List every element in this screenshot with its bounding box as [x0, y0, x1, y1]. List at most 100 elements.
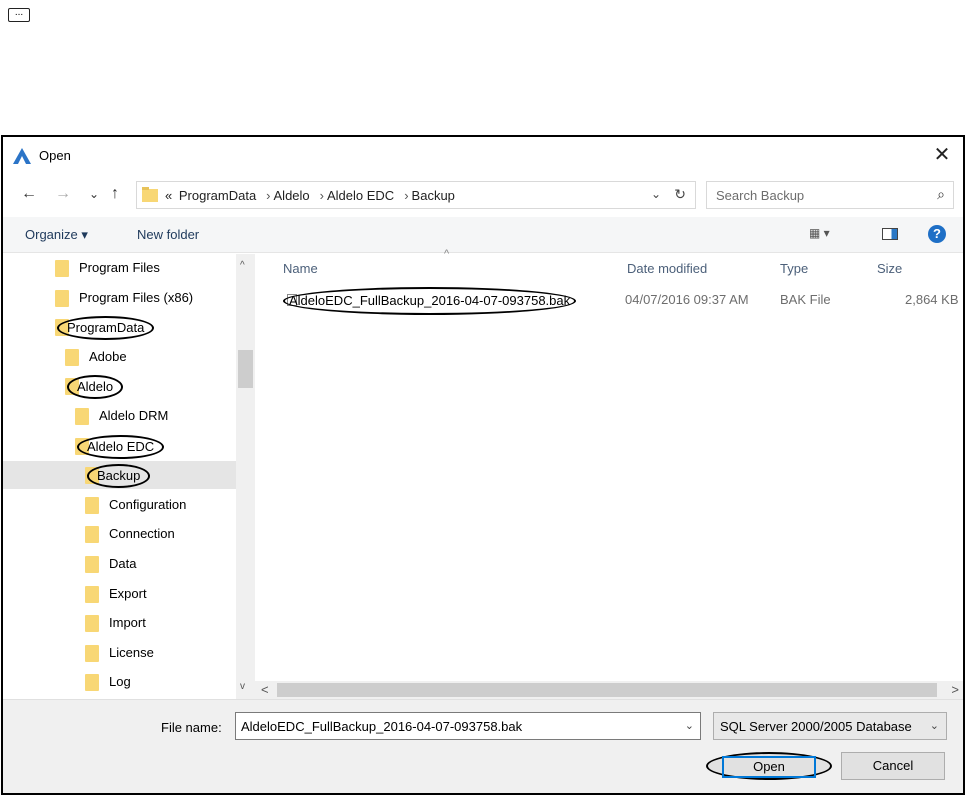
column-header-date-modified[interactable]: Date modified — [627, 254, 707, 284]
file-name-cell[interactable]: AldeloEDC_FullBackup_2016-04-07-093758.b… — [283, 287, 577, 315]
file-name-label: File name: — [161, 720, 222, 735]
folder-icon — [85, 585, 99, 603]
tree-item-label: Program Files — [79, 260, 160, 275]
scroll-left-icon[interactable]: < — [261, 682, 269, 697]
tree-item-label: Aldelo — [67, 375, 124, 400]
tree-item-label: Aldelo DRM — [99, 408, 169, 423]
breadcrumb-backup[interactable]: Backup — [412, 188, 455, 203]
scroll-thumb[interactable] — [238, 350, 253, 388]
search-input[interactable]: Search Backup — [716, 188, 804, 203]
tree-item[interactable]: License — [3, 639, 236, 667]
folder-icon — [85, 526, 99, 544]
tree-item-label: License — [109, 644, 154, 660]
file-type-select[interactable]: SQL Server 2000/2005 Database ⌄ — [713, 712, 947, 740]
file-type-cell: BAK File — [780, 292, 831, 307]
new-folder-button[interactable]: New folder — [137, 227, 199, 242]
column-header-type[interactable]: Type — [780, 254, 808, 284]
tree-item-label: Adobe — [89, 348, 127, 364]
tree-item[interactable]: Data — [3, 550, 236, 578]
command-bar: Organize ▾ New folder ▦ ▾ ? — [3, 217, 963, 253]
tree-item[interactable]: ProgramData — [3, 313, 236, 341]
window-title: Open — [39, 148, 71, 163]
breadcrumb-aldelo-edc[interactable]: Aldelo EDC — [327, 188, 394, 203]
breadcrumb-overflow-icon[interactable]: « — [165, 188, 172, 203]
tree-item[interactable]: Aldelo — [3, 372, 236, 400]
folder-icon — [55, 289, 69, 307]
breadcrumb-separator-icon: › — [319, 188, 324, 203]
tree-item-label: Aldelo EDC — [77, 434, 165, 459]
app-logo-icon — [13, 148, 31, 164]
search-box[interactable]: Search Backup ⌕ — [706, 181, 954, 209]
view-options-icon[interactable]: ▦ ▾ — [809, 226, 830, 240]
folder-icon — [55, 260, 69, 277]
tree-item[interactable]: Connection — [3, 520, 236, 548]
navigation-row: ← → ⌄ ↑ « ProgramData › Aldelo › Aldelo EDC ›… — [3, 177, 963, 213]
tree-item[interactable]: Program Files (x86) — [3, 284, 236, 312]
tree-item-label: Connection — [109, 526, 175, 542]
organize-menu-button[interactable]: Organize ▾ — [25, 227, 88, 243]
file-date-cell: 04/07/2016 09:37 AM — [625, 292, 749, 307]
tree-item-label: ProgramData — [57, 316, 155, 341]
folder-icon — [85, 556, 99, 573]
forward-arrow-icon[interactable]: → — [55, 185, 71, 203]
breadcrumb-separator-icon: › — [266, 188, 271, 203]
address-dropdown-icon[interactable]: ⌄ — [651, 187, 661, 201]
file-size-cell: 2,864 KB — [905, 292, 959, 307]
file-name-value[interactable]: AldeloEDC_FullBackup_2016-04-07-093758.b… — [241, 719, 522, 734]
folder-icon — [85, 615, 99, 633]
dialog-footer: File name: AldeloEDC_FullBackup_2016-04-… — [3, 699, 963, 793]
folder-icon — [75, 408, 89, 425]
folder-icon — [85, 644, 99, 662]
scroll-up-icon[interactable]: ^ — [240, 260, 245, 271]
up-arrow-icon[interactable]: ↑ — [111, 185, 119, 203]
close-icon[interactable]: ✕ — [927, 141, 957, 171]
tree-item[interactable]: Adobe — [3, 343, 236, 371]
breadcrumb-separator-icon: › — [404, 188, 409, 203]
tree-item-label: Backup — [87, 464, 151, 489]
tree-item[interactable]: Export — [3, 580, 236, 608]
tree-item-label: Log — [109, 674, 131, 690]
file-name-dropdown-icon[interactable]: ⌄ — [685, 719, 694, 732]
breadcrumb-programdata[interactable]: ProgramData — [179, 188, 256, 203]
scroll-right-icon[interactable]: > — [951, 682, 959, 697]
tree-item[interactable]: Configuration — [3, 491, 236, 519]
tree-item-label: Data — [109, 556, 137, 571]
file-list: Name ^ Date modified Type Size AldeloEDC… — [255, 248, 963, 681]
tree-item-label: Configuration — [109, 496, 187, 512]
tree-item[interactable]: Log — [3, 668, 236, 696]
tree-item[interactable]: Aldelo DRM — [3, 402, 236, 430]
sort-ascending-icon: ^ — [444, 248, 450, 260]
tree-item[interactable]: Backup — [3, 461, 236, 490]
refresh-icon[interactable]: ↻ — [674, 186, 686, 203]
open-button-label: Open — [722, 756, 816, 778]
open-file-dialog: Open ✕ ← → ⌄ ↑ « ProgramData › Aldelo › Alde… — [1, 135, 965, 795]
file-type-dropdown-icon[interactable]: ⌄ — [930, 719, 939, 732]
navigation-pane-scrollbar[interactable]: ^ v — [236, 254, 255, 699]
tree-item[interactable]: Program Files — [3, 254, 236, 282]
search-icon[interactable]: ⌕ — [937, 186, 945, 203]
cancel-button[interactable]: Cancel — [841, 752, 945, 780]
address-bar[interactable]: « ProgramData › Aldelo › Aldelo EDC › Backup ⌄… — [136, 181, 696, 209]
file-row[interactable]: AldeloEDC_FullBackup_2016-04-07-093758.b… — [277, 286, 963, 315]
file-name-field[interactable]: AldeloEDC_FullBackup_2016-04-07-093758.b… — [235, 712, 701, 740]
breadcrumb-aldelo[interactable]: Aldelo — [274, 188, 310, 203]
browse-ellipsis-button[interactable]: ... — [8, 8, 30, 22]
open-button[interactable]: Open — [706, 752, 832, 780]
title-bar: Open ✕ — [3, 137, 963, 175]
folder-icon — [142, 187, 158, 202]
folder-icon — [85, 674, 99, 692]
preview-pane-icon[interactable] — [882, 228, 898, 240]
tree-item-label: Program Files (x86) — [79, 289, 194, 305]
help-icon[interactable]: ? — [928, 225, 946, 243]
column-header-name[interactable]: Name — [283, 254, 318, 284]
scroll-down-icon[interactable]: v — [240, 681, 245, 692]
back-arrow-icon[interactable]: ← — [21, 185, 37, 203]
recent-locations-icon[interactable]: ⌄ — [89, 187, 99, 201]
column-header-size[interactable]: Size — [877, 254, 902, 284]
breadcrumb: « ProgramData › Aldelo › Aldelo EDC › Backup — [165, 188, 458, 203]
file-list-horizontal-scrollbar[interactable]: < > — [255, 681, 963, 699]
horizontal-scroll-thumb[interactable] — [277, 683, 937, 697]
tree-item-label: Export — [109, 585, 147, 601]
tree-item[interactable]: Import — [3, 609, 236, 637]
tree-item[interactable]: Aldelo EDC — [3, 432, 236, 460]
